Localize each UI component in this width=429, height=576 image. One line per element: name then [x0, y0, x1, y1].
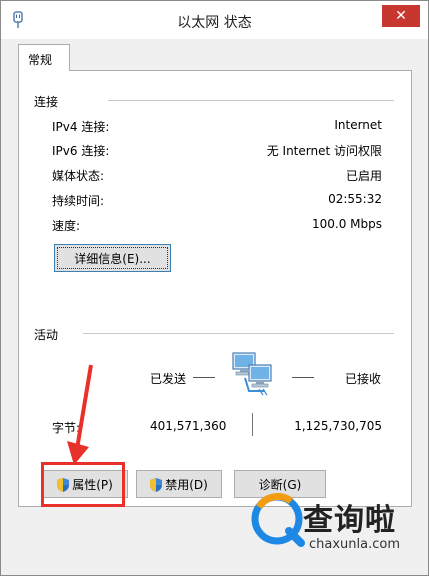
title-bar: 以太网 状态 ✕: [1, 1, 428, 39]
status-dialog: 以太网 状态 ✕ 常规 连接 IPv4 连接: Internet IPv6 连接…: [0, 0, 429, 576]
watermark-text: 查询啦: [303, 503, 396, 538]
connection-divider: [108, 100, 394, 101]
details-button-label: 详细信息(E)...: [74, 252, 151, 266]
ipv4-value: Internet: [334, 118, 382, 132]
speed-label: 速度:: [52, 219, 81, 233]
sent-dash: [193, 377, 215, 378]
ipv6-label: IPv6 连接:: [52, 144, 110, 158]
duration-label: 持续时间:: [52, 194, 105, 208]
speed-value: 100.0 Mbps: [311, 217, 382, 231]
network-computers-icon: [232, 352, 272, 396]
uac-shield-icon: [150, 478, 163, 492]
diagnose-button-label: 诊断(G): [258, 478, 302, 492]
received-label: 已接收: [345, 372, 382, 386]
disable-button-label: 禁用(D): [165, 478, 208, 492]
watermark-url: chaxunla.com: [309, 537, 400, 552]
disable-button[interactable]: 禁用(D): [136, 470, 222, 498]
bytes-received-value: 1,125,730,705: [294, 419, 382, 433]
window-title: 以太网 状态: [177, 15, 252, 31]
tab-general[interactable]: 常规: [18, 44, 70, 71]
media-state-value: 已启用: [345, 169, 382, 183]
duration-value: 02:55:32: [328, 192, 382, 206]
annotation-arrow-icon: [67, 364, 93, 465]
watermark: 查询啦 chaxunla.com: [247, 491, 427, 561]
bytes-sent-value: 401,571,360: [150, 419, 227, 433]
bytes-separator: [252, 413, 253, 436]
tab-general-label: 常规: [28, 53, 53, 67]
sent-label: 已发送: [150, 372, 187, 386]
annotation-highlight-box: [41, 462, 125, 507]
received-dash: [292, 377, 314, 378]
activity-divider: [83, 333, 394, 334]
watermark-logo-icon: [251, 493, 305, 547]
details-button[interactable]: 详细信息(E)...: [54, 244, 171, 272]
connection-group-title: 连接: [34, 95, 59, 109]
media-state-label: 媒体状态:: [52, 169, 105, 183]
close-button[interactable]: ✕: [382, 5, 420, 27]
ipv6-value: 无 Internet 访问权限: [266, 144, 382, 158]
activity-group-title: 活动: [34, 328, 59, 342]
ipv4-label: IPv4 连接:: [52, 120, 110, 134]
